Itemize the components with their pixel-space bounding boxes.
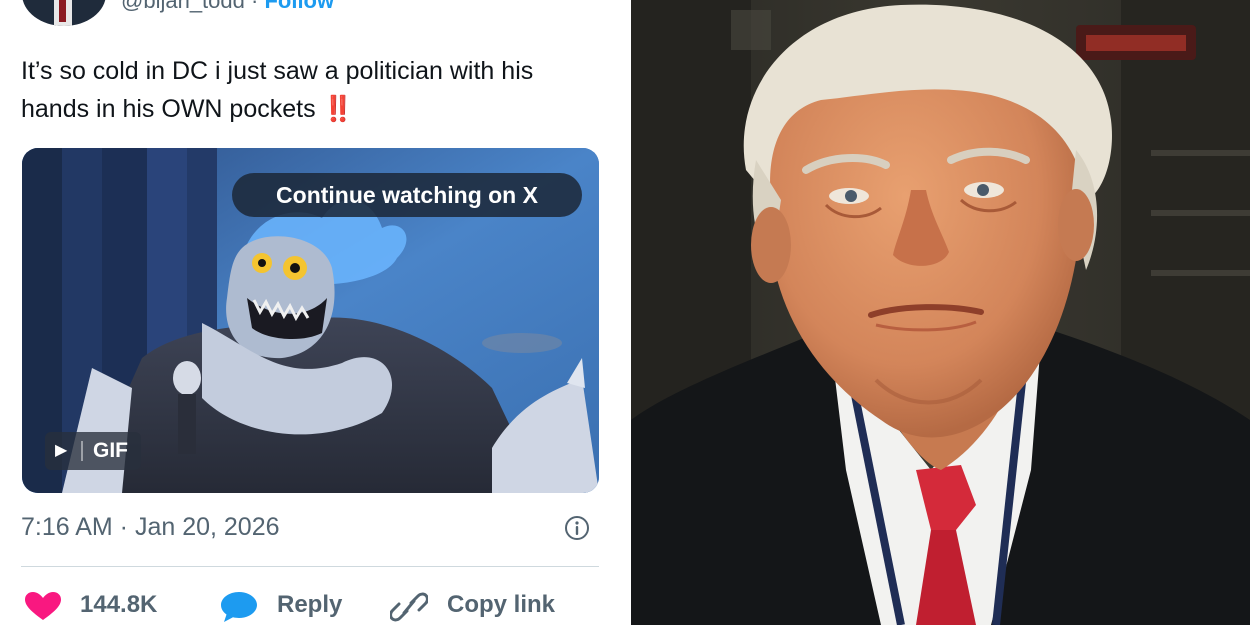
- gif-badge[interactable]: ▶ GIF: [45, 432, 141, 470]
- play-icon: ▶: [55, 442, 68, 459]
- like-button[interactable]: 144.8K: [24, 585, 184, 625]
- tweet-text: It’s so cold in DC i just saw a politici…: [21, 52, 601, 128]
- avatar[interactable]: [22, 0, 106, 26]
- speech-bubble-icon: [221, 592, 257, 622]
- double-exclamation-emoji: ‼️: [322, 95, 354, 123]
- user-handle[interactable]: @bijan_todd: [121, 0, 245, 13]
- avatar-tie: [59, 0, 66, 22]
- tweet-card: @bijan_todd · Follow It’s so cold in DC …: [0, 0, 620, 625]
- copy-link-button[interactable]: Copy link: [390, 585, 580, 625]
- actions-divider: [21, 566, 599, 567]
- info-icon[interactable]: [564, 515, 590, 541]
- tweet-header: @bijan_todd · Follow: [121, 0, 334, 16]
- gif-label: GIF: [93, 439, 128, 462]
- link-icon: [390, 592, 428, 622]
- gif-badge-separator: [81, 441, 83, 461]
- reply-button[interactable]: Reply: [220, 585, 360, 625]
- header-separator: ·: [251, 0, 259, 13]
- follow-link[interactable]: Follow: [264, 0, 334, 13]
- like-count: 144.8K: [80, 591, 158, 618]
- tweet-timestamp[interactable]: 7:16 AM · Jan 20, 2026: [21, 508, 280, 546]
- panel-divider: [620, 0, 631, 625]
- continue-watching-button[interactable]: Continue watching on X: [232, 173, 582, 217]
- reply-label: Reply: [277, 591, 343, 618]
- portrait-illustration: [631, 0, 1250, 625]
- portrait-photo: [631, 0, 1250, 625]
- copy-link-label: Copy link: [447, 591, 556, 618]
- heart-icon: [25, 592, 61, 620]
- tweet-body: It’s so cold in DC i just saw a politici…: [21, 57, 534, 123]
